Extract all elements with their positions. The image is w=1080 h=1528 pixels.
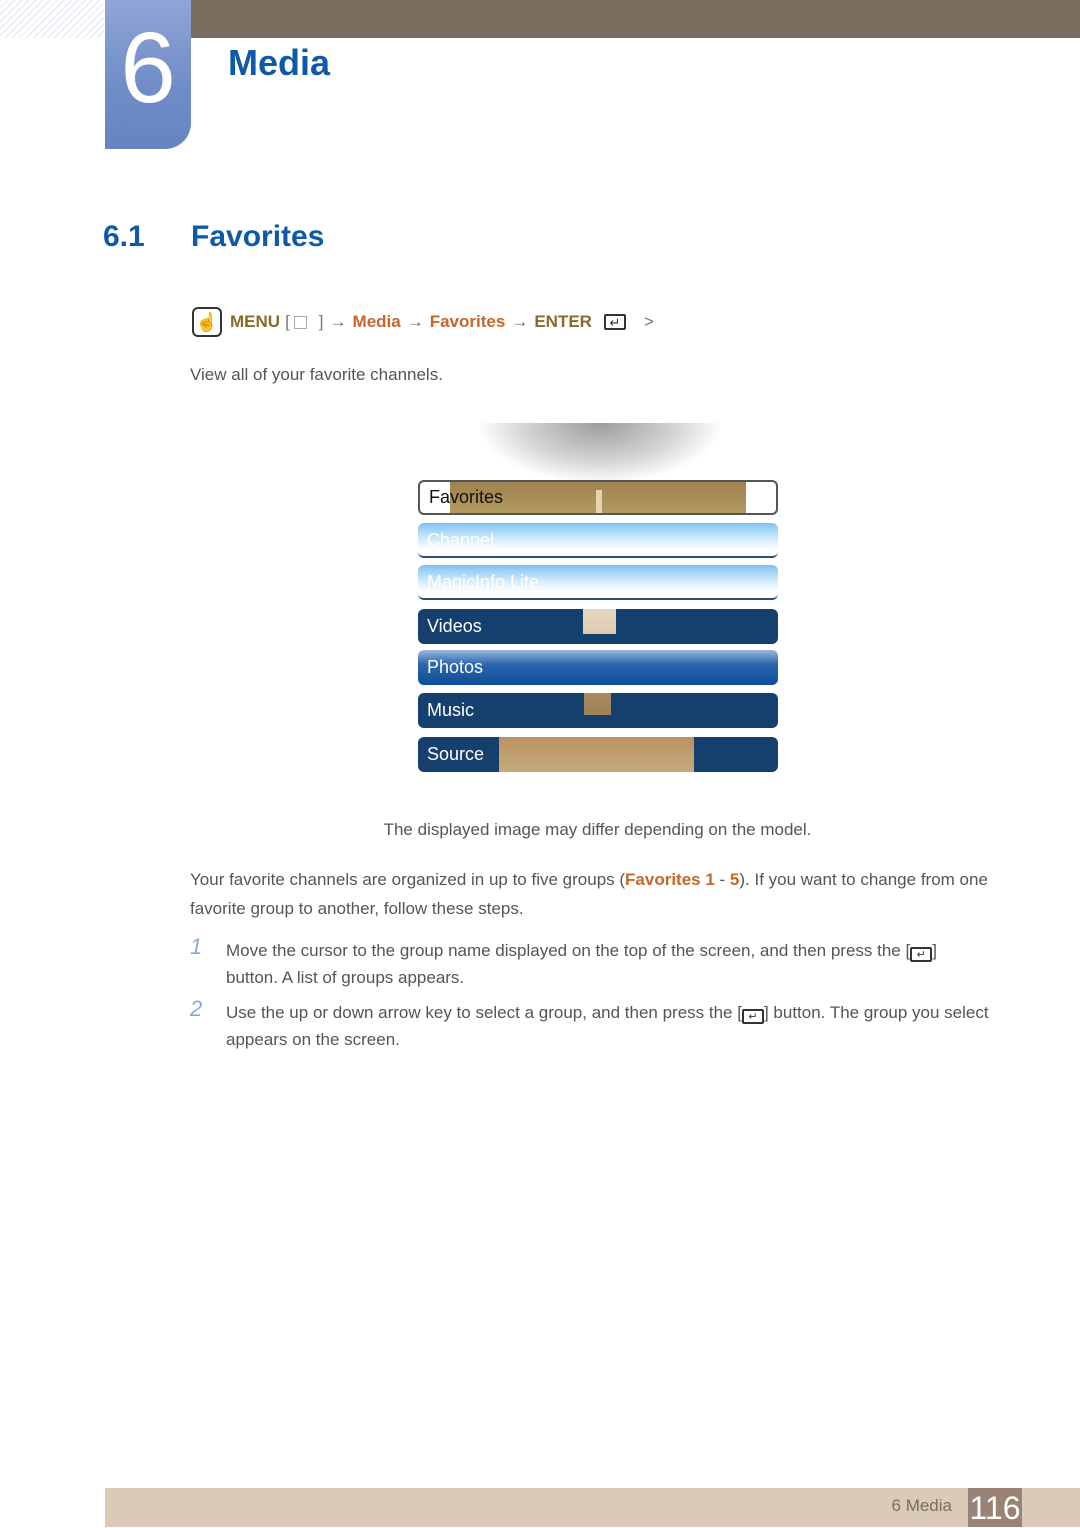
section-title: Favorites [191, 220, 325, 253]
menu-item-label: Favorites [429, 487, 504, 507]
enter-key-icon: ↵ [910, 947, 933, 962]
overlay-patch [583, 609, 616, 634]
step-number: 1 [190, 934, 203, 959]
cursor-mark [596, 490, 602, 513]
menu-item-channel[interactable]: Channel [418, 523, 778, 558]
menu-path: ☝ MENU [ ] → Media → Favorites → ENTER ↵… [192, 305, 654, 339]
menu-item-label: Source [427, 744, 485, 764]
menu-item-label: Music [427, 700, 475, 720]
step-text: Use the up or down arrow key to select a… [226, 1003, 742, 1022]
menu-item-source[interactable]: Source [418, 737, 778, 772]
enter-key-icon: ↵ [741, 1009, 764, 1024]
menu-item-photos[interactable]: Photos [418, 650, 778, 685]
enter-label: ENTER [534, 312, 592, 331]
menu-item-music[interactable]: Music [418, 693, 778, 728]
overlay-patch [499, 737, 694, 772]
arrow: → [329, 312, 347, 331]
trailing-chevron: > [643, 312, 654, 331]
header-bar [190, 0, 1080, 38]
menu-shadow [480, 423, 720, 483]
menu-label: MENU [230, 312, 281, 331]
step-text: Move the cursor to the group name displa… [226, 941, 911, 960]
hand-touch-icon: ☝ [192, 307, 222, 337]
path-step-media: Media [352, 312, 401, 331]
section-number: 6.1 [103, 220, 145, 253]
enter-key-icon: ↵ [603, 314, 626, 330]
bracket-open: [ [285, 312, 290, 331]
menu-item-label: MagicInfo Lite [427, 572, 540, 592]
step-item: 1 Move the cursor to the group name disp… [190, 934, 990, 991]
menu-item-label: Channel [427, 530, 495, 550]
menu-item-favorites[interactable]: Favorites [418, 480, 778, 515]
arrow: → [511, 312, 529, 331]
menu-item-videos[interactable]: Videos [418, 609, 778, 644]
page-footer: 6 Media 116 [105, 1488, 1080, 1527]
paragraph-text: Your favorite channels are organized in … [190, 870, 626, 889]
chapter-number-tab: 6 [105, 0, 191, 149]
page-number: 116 [968, 1488, 1022, 1527]
menu-item-magicinfo-lite[interactable]: MagicInfo Lite [418, 565, 778, 600]
path-step-favorites: Favorites [429, 312, 506, 331]
highlight-5: 5 [729, 870, 740, 889]
highlight-favorites-1: Favorites 1 [625, 870, 715, 889]
step-number: 2 [190, 996, 203, 1021]
overlay-patch [584, 693, 611, 715]
footer-chapter-label: 6 Media [891, 1496, 952, 1515]
decorative-hatch [0, 0, 104, 38]
chapter-title: Media [228, 42, 331, 83]
step-item: 2 Use the up or down arrow key to select… [190, 996, 990, 1053]
figure-caption: The displayed image may differ depending… [383, 820, 812, 839]
intro-text: View all of your favorite channels. [190, 365, 443, 384]
menu-item-label: Videos [427, 616, 482, 636]
chapter-number: 6 [120, 12, 176, 124]
paragraph-text: - [714, 870, 730, 889]
menu-item-label: Photos [427, 657, 484, 677]
arrow: → [406, 312, 424, 331]
body-paragraph: Your favorite channels are organized in … [190, 865, 990, 923]
bracket-close: ] [318, 312, 324, 331]
menu-button-icon [293, 315, 307, 329]
